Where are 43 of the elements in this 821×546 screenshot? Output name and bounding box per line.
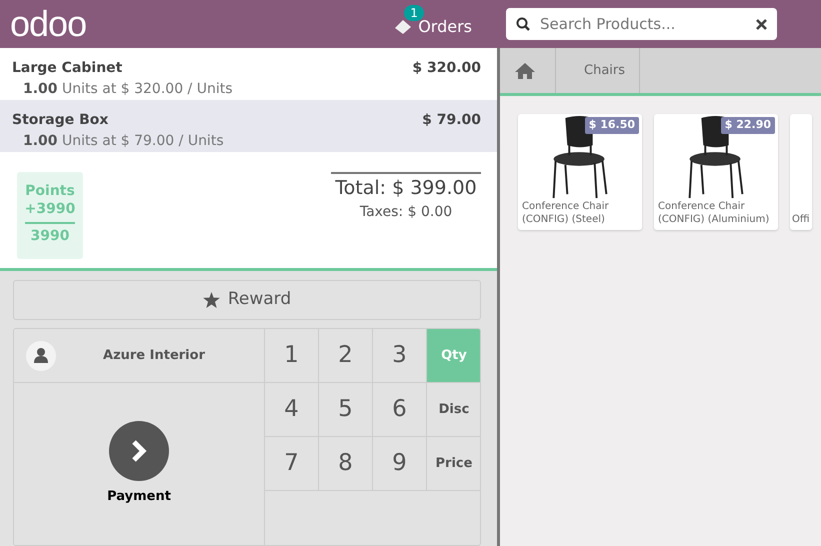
customer-button[interactable]: Azure Interior	[14, 329, 265, 383]
product-name: Storage Box	[12, 111, 108, 130]
numpad-key[interactable]: 1	[265, 329, 319, 383]
orders-count-badge: 1	[404, 5, 424, 21]
odoo-logo: odoo	[10, 6, 86, 42]
payment-button[interactable]: Payment	[14, 383, 265, 545]
numpad-key[interactable]: 4	[265, 383, 319, 437]
product-name: Conference Chair (CONFIG) (Aluminium)	[657, 200, 770, 226]
price-tag: $ 16.50	[584, 117, 639, 134]
search-field[interactable]: Search Products...	[506, 8, 777, 40]
product-card[interactable]: $ 22.90 Conference Chair (CONFIG) (Aluminium)	[654, 114, 778, 230]
product-name: Conference Chair (CONFIG) (Steel)	[521, 200, 610, 226]
chevron-right-icon	[129, 439, 149, 463]
reward-button[interactable]: Reward	[13, 280, 481, 320]
price-tag: $ 22.90	[720, 117, 775, 134]
product-card[interactable]: $ 16.50 Conference Chair (CONFIG) (Steel)	[518, 114, 642, 230]
home-icon	[514, 62, 536, 80]
close-icon[interactable]	[756, 18, 767, 30]
numpad-key[interactable]: 6	[373, 383, 427, 437]
numpad-key[interactable]: 7	[265, 437, 319, 491]
order-taxes: Taxes: $ 0.00	[358, 203, 454, 222]
search-icon	[516, 17, 530, 31]
numpad-key[interactable]: 2	[319, 329, 373, 383]
points-label: Points	[24, 182, 76, 200]
numpad-key[interactable]: 5	[319, 383, 373, 437]
numpad-key[interactable]: 3	[373, 329, 427, 383]
ticket-icon	[394, 19, 412, 35]
points-won: +3990	[24, 200, 76, 218]
star-icon	[202, 292, 220, 308]
order-total: Total: $ 399.00	[334, 176, 478, 201]
points-total: 3990	[25, 222, 75, 245]
product-name: Offi	[791, 213, 811, 226]
line-price: $ 320.00	[412, 59, 481, 78]
person-icon	[26, 340, 56, 370]
line-price: $ 79.00	[422, 111, 481, 130]
line-detail: 1.00 Units at $ 320.00 / Units	[22, 80, 234, 99]
numpad-key[interactable]: 8	[319, 437, 373, 491]
order-line[interactable]: Large Cabinet $ 320.00 1.00 Units at $ 320.00 / Units	[0, 48, 497, 100]
product-card[interactable]: Offi	[790, 114, 812, 230]
numpad-key[interactable]: 9	[373, 437, 427, 491]
product-name: Large Cabinet	[12, 59, 122, 78]
line-detail: 1.00 Units at $ 79.00 / Units	[22, 132, 225, 151]
orders-button[interactable]: 1 Orders	[390, 5, 476, 43]
